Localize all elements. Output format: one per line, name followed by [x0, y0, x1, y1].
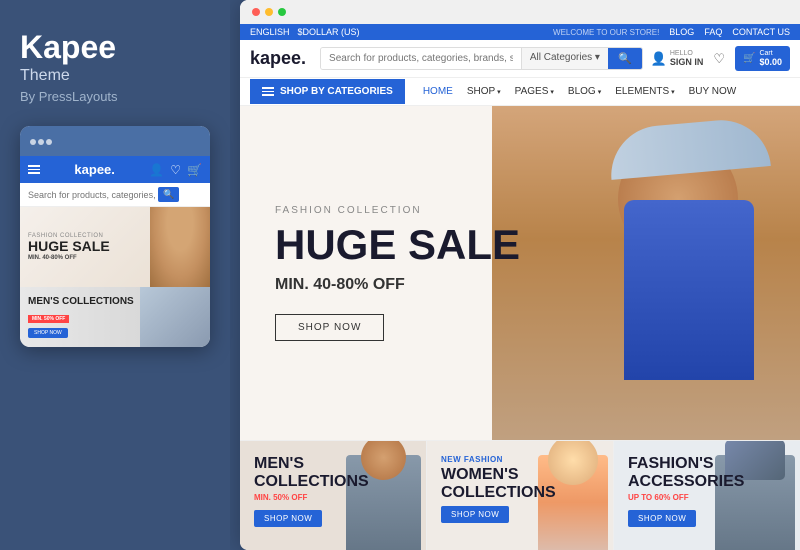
signin-action[interactable]: 👤 HELLO SIGN IN	[651, 50, 704, 67]
brand-title: Kapee	[20, 30, 210, 65]
chrome-dot-green	[278, 8, 286, 16]
shop-categories-button[interactable]: SHOP BY CATEGORIES	[250, 79, 405, 104]
mobile-hero-text: FASHION COLLECTION HUGE SALE MIN. 40-80%…	[28, 233, 110, 261]
welcome-text: WELCOME TO OUR STORE!	[553, 28, 659, 37]
hero-cta-button[interactable]: SHOP NOW	[275, 314, 384, 341]
nav-link-buy-now[interactable]: BUY NOW	[689, 78, 737, 105]
nav-link-elements[interactable]: ELEMENTS ▾	[615, 78, 674, 105]
hero-content: FASHION COLLECTION HUGE SALE MIN. 40-80%…	[275, 205, 520, 341]
contact-link[interactable]: CONTACT US	[732, 27, 790, 37]
mobile-shop-button[interactable]: SHOP NOW	[28, 328, 68, 338]
mobile-hero-image	[150, 207, 210, 287]
nav-link-home[interactable]: HOME	[423, 78, 453, 105]
banner-accessories-discount: UP TO 60% OFF	[628, 493, 744, 502]
site-logo[interactable]: kapee.	[250, 48, 306, 69]
utility-left: ENGLISH $DOLLAR (US)	[250, 27, 360, 37]
heart-icon[interactable]: ♡	[170, 163, 181, 177]
banner-accessories-title: FASHION'SACCESSORIES	[628, 455, 744, 490]
category-nav-links: HOME SHOP ▾ PAGES ▾ BLOG ▾ ELEMENTS ▾ BU…	[423, 78, 736, 105]
brand-by: By PressLayouts	[20, 89, 210, 104]
category-nav: SHOP BY CATEGORIES HOME SHOP ▾ PAGES ▾ B…	[240, 78, 800, 106]
mobile-collection-figure	[140, 287, 210, 347]
bottom-banners: MEN'SCOLLECTIONS MIN. 50% OFF SHOP NOW N…	[240, 440, 800, 550]
hero-figure	[492, 106, 800, 440]
user-icon[interactable]: 👤	[149, 163, 164, 177]
main-nav: kapee. All Categories ▾ 🔍 👤 HELLO SIGN I…	[240, 40, 800, 78]
hero-subtitle: MIN. 40-80% OFF	[275, 276, 520, 294]
hero-image	[492, 106, 800, 440]
mobile-search: 🔍	[20, 183, 210, 207]
banner-mens-content: MEN'SCOLLECTIONS MIN. 50% OFF SHOP NOW	[254, 455, 369, 527]
banner-accessories-content: FASHION'SACCESSORIES UP TO 60% OFF SHOP …	[628, 455, 744, 527]
mobile-hero-figure	[150, 207, 210, 287]
mobile-search-button[interactable]: 🔍	[158, 187, 179, 202]
hero-section: FASHION COLLECTION HUGE SALE MIN. 40-80%…	[240, 106, 800, 440]
mobile-mockup: kapee. 👤 ♡ 🛒 🔍 FASHION COLLECTION HUGE S…	[20, 126, 210, 347]
banner-womens-label: NEW FASHION	[441, 455, 556, 464]
brand-subtitle: Theme	[20, 67, 210, 85]
banner-mens-button[interactable]: SHOP NOW	[254, 510, 322, 527]
wishlist-action[interactable]: ♡	[713, 51, 725, 67]
left-panel: Kapee Theme By PressLayouts kapee. 👤 ♡ 🛒…	[0, 0, 230, 550]
mobile-topbar	[20, 126, 210, 156]
mobile-min-off: MIN. 40-80% OFF	[28, 255, 110, 261]
banner-womens-button[interactable]: SHOP NOW	[441, 506, 509, 523]
cart-action[interactable]: 🛒 Cart $0.00	[735, 46, 790, 71]
currency-selector[interactable]: $DOLLAR (US)	[298, 27, 360, 37]
signin-label: SIGN IN	[670, 57, 704, 67]
cart-price: $0.00	[759, 57, 782, 67]
hero-label: FASHION COLLECTION	[275, 205, 520, 216]
utility-right: WELCOME TO OUR STORE! BLOG FAQ CONTACT U…	[553, 27, 790, 37]
mobile-icons: 👤 ♡ 🛒	[149, 163, 202, 177]
banner-mens-title: MEN'SCOLLECTIONS	[254, 455, 369, 490]
window-chrome	[240, 0, 800, 24]
mobile-huge-sale: HUGE SALE	[28, 239, 110, 253]
mobile-collection-content: MEN'S COLLECTIONS MIN. 50% OFF SHOP NOW	[28, 296, 134, 338]
category-dropdown[interactable]: All Categories ▾	[521, 48, 608, 69]
mobile-collection-banner: MEN'S COLLECTIONS MIN. 50% OFF SHOP NOW	[20, 287, 210, 347]
nav-link-shop[interactable]: SHOP ▾	[467, 78, 501, 105]
search-bar: All Categories ▾ 🔍	[320, 47, 643, 70]
banner-womens-title: WOMEN'SCOLLECTIONS	[441, 466, 556, 501]
heart-icon: ♡	[713, 51, 725, 67]
mobile-collection-title: MEN'S COLLECTIONS	[28, 296, 134, 307]
search-input[interactable]	[321, 48, 521, 69]
mobile-hero: FASHION COLLECTION HUGE SALE MIN. 40-80%…	[20, 207, 210, 287]
nav-actions: 👤 HELLO SIGN IN ♡ 🛒 Cart $0.00	[651, 46, 790, 71]
cart-icon: 🛒	[743, 53, 755, 64]
mobile-dots	[30, 132, 54, 150]
mobile-search-input[interactable]	[28, 190, 158, 200]
banner-accessories: FASHION'SACCESSORIES UP TO 60% OFF SHOP …	[614, 441, 800, 550]
language-selector[interactable]: ENGLISH	[250, 27, 290, 37]
utility-bar: ENGLISH $DOLLAR (US) WELCOME TO OUR STOR…	[240, 24, 800, 40]
cart-icon[interactable]: 🛒	[187, 163, 202, 177]
banner-mens: MEN'SCOLLECTIONS MIN. 50% OFF SHOP NOW	[240, 441, 427, 550]
shop-categories-label: SHOP BY CATEGORIES	[280, 86, 393, 97]
banner-womens: NEW FASHION WOMEN'SCOLLECTIONS SHOP NOW	[427, 441, 614, 550]
mobile-nav-bar: kapee. 👤 ♡ 🛒	[20, 156, 210, 183]
chrome-dot-yellow	[265, 8, 273, 16]
nav-link-pages[interactable]: PAGES ▾	[515, 78, 554, 105]
chrome-dot-red	[252, 8, 260, 16]
hamburger-icon[interactable]	[28, 165, 40, 174]
cart-label: Cart	[759, 50, 782, 57]
nav-link-blog[interactable]: BLOG ▾	[568, 78, 601, 105]
faq-link[interactable]: FAQ	[704, 27, 722, 37]
banner-accessories-button[interactable]: SHOP NOW	[628, 510, 696, 527]
hamburger-icon	[262, 87, 274, 96]
mobile-collection-badge: MIN. 50% OFF	[28, 315, 69, 323]
right-panel: ENGLISH $DOLLAR (US) WELCOME TO OUR STOR…	[240, 0, 800, 550]
banner-mens-discount: MIN. 50% OFF	[254, 493, 369, 502]
user-icon: 👤	[651, 51, 667, 67]
mobile-logo: kapee.	[74, 162, 114, 177]
blog-link[interactable]: BLOG	[669, 27, 694, 37]
search-button[interactable]: 🔍	[608, 48, 642, 69]
banner-womens-content: NEW FASHION WOMEN'SCOLLECTIONS SHOP NOW	[441, 455, 556, 523]
hero-title: HUGE SALE	[275, 224, 520, 266]
